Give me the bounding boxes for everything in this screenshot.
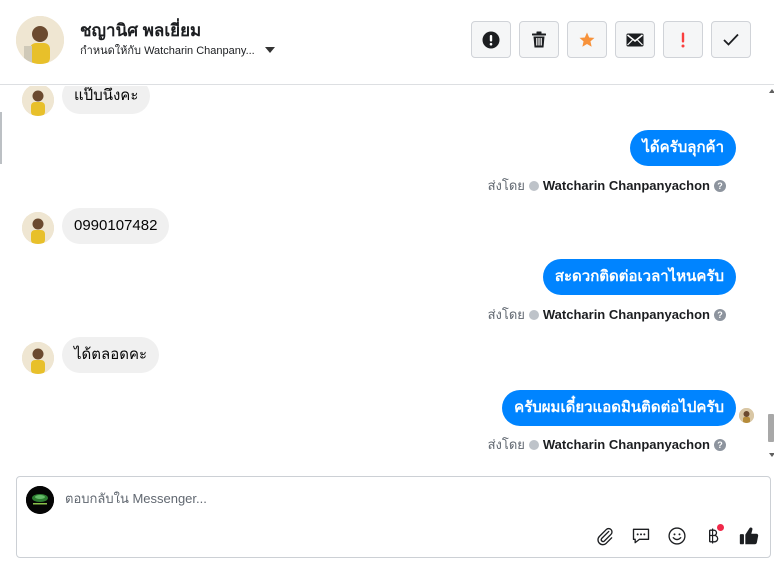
incoming-message[interactable]: ได้ตลอดคะ [62, 337, 160, 373]
saved-reply-button[interactable] [629, 524, 653, 548]
reply-composer [16, 476, 771, 558]
inbox-conversation-panel: ชญานิศ พลเยี่ยม กำหนดให้กับ Watcharin Ch… [0, 0, 774, 563]
payment-button[interactable] [701, 524, 725, 548]
scrollbar-thumb[interactable] [768, 414, 774, 442]
attach-file-button[interactable] [593, 524, 617, 548]
notification-dot [717, 524, 724, 531]
help-icon[interactable]: ? [714, 308, 726, 321]
mark-spam-button[interactable] [471, 21, 511, 58]
page-avatar [26, 486, 54, 514]
incoming-message[interactable]: 0990107482 [62, 208, 170, 244]
verified-icon [528, 309, 539, 320]
star-icon [579, 32, 595, 47]
conversation-header: ชญานิศ พลเยี่ยม กำหนดให้กับ Watcharin Ch… [0, 0, 774, 85]
outgoing-message[interactable]: ได้ครับลุกค้า [630, 130, 736, 166]
sent-by-line: ส่งโดย Watcharin Chanpanyachon ? [488, 175, 726, 196]
sender-name: Watcharin Chanpanyachon [542, 307, 710, 322]
sent-by-label: ส่งโดย [487, 178, 525, 193]
contact-avatar-small [22, 212, 54, 244]
verified-icon [528, 180, 539, 191]
sent-by-label: ส่งโดย [487, 437, 525, 452]
contact-avatar-small [22, 86, 54, 116]
trash-icon [532, 31, 546, 48]
assignee-dropdown[interactable]: กำหนดให้กับ Watcharin Chanpany... [80, 41, 275, 59]
help-icon[interactable]: ? [714, 438, 726, 451]
seen-avatar [739, 408, 754, 423]
chevron-down-icon [264, 47, 275, 53]
conversation-actions [471, 21, 751, 58]
emoji-icon [668, 527, 686, 545]
check-icon [723, 33, 739, 46]
sent-by-line: ส่งโดย Watcharin Chanpanyachon ? [488, 434, 726, 455]
outgoing-message[interactable]: ครับผมเดี๋ยวแอดมินติดต่อไปครับ [502, 390, 736, 426]
contact-name[interactable]: ชญานิศ พลเยี่ยม [80, 17, 201, 44]
contact-avatar[interactable] [16, 16, 64, 64]
envelope-icon [626, 33, 644, 46]
send-like-button[interactable] [737, 524, 761, 548]
paperclip-icon [597, 527, 613, 546]
sender-name: Watcharin Chanpanyachon [542, 178, 710, 193]
mark-done-button[interactable] [711, 21, 751, 58]
incoming-message[interactable]: แป๊บนึงคะ [62, 86, 151, 114]
message-thread[interactable]: แป๊บนึงคะ ได้ครับลุกค้า ส่งโดย Watcharin… [0, 86, 764, 464]
scroll-down-arrow[interactable] [769, 453, 774, 457]
follow-up-button[interactable] [663, 21, 703, 58]
help-icon[interactable]: ? [714, 179, 726, 192]
contact-avatar-small [22, 342, 54, 374]
alert-circle-icon [482, 31, 500, 48]
thumbs-up-icon [739, 527, 759, 545]
sent-by-label: ส่งโดย [487, 307, 525, 322]
emoji-button[interactable] [665, 524, 689, 548]
scroll-up-arrow[interactable] [769, 89, 774, 93]
thread-scrollbar[interactable] [764, 86, 774, 464]
verified-icon [528, 439, 539, 450]
delete-button[interactable] [519, 21, 559, 58]
star-button[interactable] [567, 21, 607, 58]
composer-toolbar [593, 524, 761, 548]
reply-input[interactable] [65, 491, 565, 506]
sent-by-line: ส่งโดย Watcharin Chanpanyachon ? [488, 304, 726, 325]
sender-name: Watcharin Chanpanyachon [542, 437, 710, 452]
outgoing-message[interactable]: สะดวกติดต่อเวลาไหนครับ [542, 259, 736, 295]
mark-unread-button[interactable] [615, 21, 655, 58]
saved-reply-icon [632, 528, 650, 544]
assignee-label: กำหนดให้กับ Watcharin Chanpany... [80, 45, 255, 57]
exclamation-icon [681, 32, 685, 47]
